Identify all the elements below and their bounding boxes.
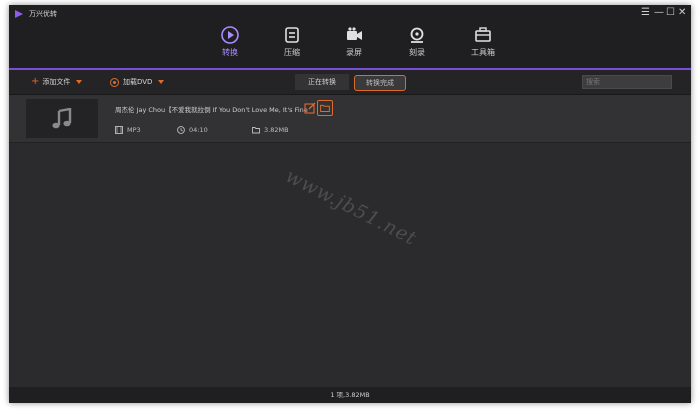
open-folder-icon[interactable] xyxy=(317,100,333,116)
app-logo-icon xyxy=(15,10,23,18)
app-title: 万兴优转 xyxy=(29,10,57,18)
load-dvd-label: 加载DVD xyxy=(123,78,153,86)
chevron-down-icon[interactable] xyxy=(76,80,83,84)
load-dvd-button[interactable]: 加载DVD xyxy=(110,75,165,89)
tab-convert-label: 转换 xyxy=(222,48,238,57)
clock-icon xyxy=(177,126,185,134)
tab-burn-label: 刻录 xyxy=(409,48,425,57)
film-icon xyxy=(115,126,123,134)
minimize-button[interactable]: — xyxy=(654,7,664,19)
dvd-icon xyxy=(110,77,119,87)
file-size-value: 3.82MB xyxy=(264,126,289,134)
tab-record[interactable]: 录屏 xyxy=(328,21,380,68)
plus-icon: + xyxy=(31,76,40,87)
status-bar: 1 项,3.82MB xyxy=(9,387,691,403)
tab-converting[interactable]: 正在转换 xyxy=(295,74,349,90)
file-size: 3.82MB xyxy=(252,126,289,134)
tab-toolbox-label: 工具箱 xyxy=(471,48,495,57)
tab-compress[interactable]: 压缩 xyxy=(266,21,318,68)
menu-icon[interactable]: ☰ xyxy=(641,7,650,19)
edit-icon[interactable] xyxy=(302,100,318,116)
file-name: 周杰伦 Jay Chou【不爱我就拉倒 If You Don't Love Me… xyxy=(115,106,308,114)
music-note-icon xyxy=(52,108,72,129)
file-format-value: MP3 xyxy=(127,126,141,134)
file-list: 周杰伦 Jay Chou【不爱我就拉倒 If You Don't Love Me… xyxy=(9,95,691,387)
add-file-button[interactable]: + 添加文件 xyxy=(31,75,83,89)
file-row[interactable]: 周杰伦 Jay Chou【不爱我就拉倒 If You Don't Love Me… xyxy=(9,95,691,143)
tab-record-label: 录屏 xyxy=(346,48,362,57)
close-button[interactable]: ✕ xyxy=(678,7,686,19)
add-file-label: 添加文件 xyxy=(42,78,71,86)
tab-convert[interactable]: 转换 xyxy=(192,21,268,70)
burn-icon xyxy=(410,27,424,43)
toolbar: + 添加文件 加载DVD 正在转换 转换完成 xyxy=(9,70,691,95)
file-thumbnail xyxy=(26,99,98,138)
compress-icon xyxy=(285,27,299,43)
record-icon xyxy=(347,27,362,40)
tab-toolbox[interactable]: 工具箱 xyxy=(457,21,509,68)
tab-burn[interactable]: 刻录 xyxy=(391,21,443,68)
maximize-button[interactable]: ☐ xyxy=(666,7,675,19)
title-nav-bar: 万兴优转 ☰ — ☐ ✕ 转换 压缩 录屏 刻录 工具箱 xyxy=(9,5,691,70)
file-duration-value: 04:10 xyxy=(189,126,208,134)
tab-compress-label: 压缩 xyxy=(284,48,300,57)
file-duration: 04:10 xyxy=(177,126,208,134)
convert-icon xyxy=(221,26,239,44)
chevron-down-icon[interactable] xyxy=(158,80,165,84)
search-input[interactable] xyxy=(582,75,672,89)
tab-converted[interactable]: 转换完成 xyxy=(354,75,406,91)
file-format: MP3 xyxy=(115,126,141,134)
toolbox-icon xyxy=(475,27,491,42)
folder-icon xyxy=(252,127,260,134)
